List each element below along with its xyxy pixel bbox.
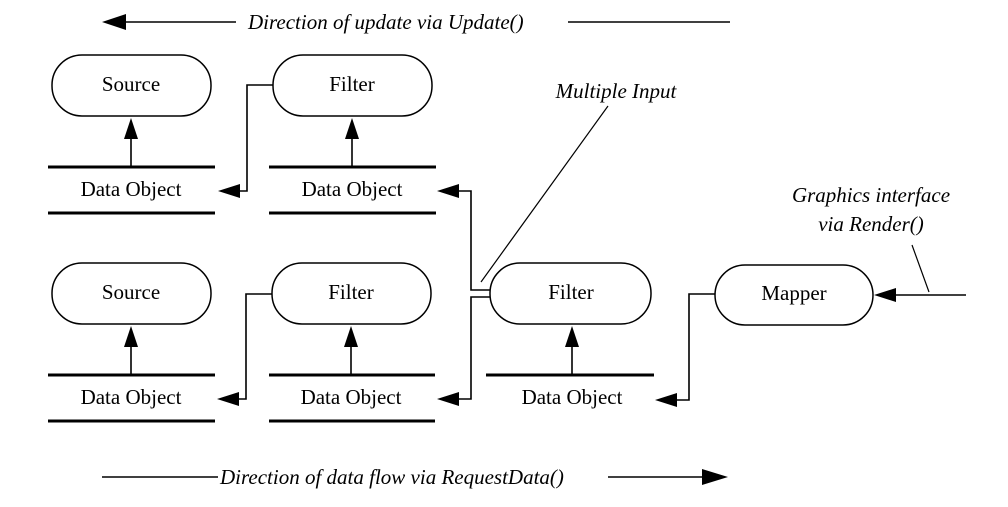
mapper-label: Mapper <box>761 281 826 305</box>
data-object-filter-top[interactable]: Data Object <box>269 165 436 215</box>
connector-mapper-to-filter-data <box>676 293 715 401</box>
arrow-right-icon <box>702 469 728 485</box>
dataflow-direction-arrow: Direction of data flow via RequestData() <box>102 465 728 489</box>
arrow-up-icon <box>344 326 358 347</box>
multiple-input-pointer <box>480 105 609 283</box>
mapper-process[interactable]: Mapper <box>714 264 874 326</box>
dataflow-direction-label: Direction of data flow via RequestData() <box>219 465 564 489</box>
data-object-source-bottom[interactable]: Data Object <box>48 373 215 423</box>
data-object-label: Data Object <box>302 177 403 201</box>
arrow-up-icon <box>565 326 579 347</box>
data-object-label: Data Object <box>522 385 623 409</box>
update-direction-arrow: Direction of update via Update() <box>102 10 730 34</box>
update-direction-label: Direction of update via Update() <box>247 10 524 34</box>
arrow-up-icon <box>124 118 138 139</box>
source-top-label: Source <box>102 72 160 96</box>
arrow-left-icon <box>874 288 896 302</box>
filter-process-multi-input[interactable]: Filter <box>489 262 652 325</box>
source-process-bottom[interactable]: Source <box>51 262 212 325</box>
data-object-label: Data Object <box>301 385 402 409</box>
arrow-left-icon <box>437 392 459 406</box>
connector-filter-top-to-source-data <box>238 84 273 192</box>
filter-process-top[interactable]: Filter <box>272 54 433 117</box>
arrow-left-icon <box>655 393 677 407</box>
data-object-source-top[interactable]: Data Object <box>48 165 215 215</box>
connector-multi-input-1 <box>458 190 490 291</box>
arrow-left-icon <box>217 392 239 406</box>
filter-process-bottom[interactable]: Filter <box>271 262 432 325</box>
arrow-left-icon <box>218 184 240 198</box>
graphics-interface-label-line2: via Render() <box>818 212 924 236</box>
data-object-filter-bottom[interactable]: Data Object <box>269 373 435 423</box>
graphics-interface-pointer <box>911 244 930 293</box>
filter-top-label: Filter <box>329 72 375 96</box>
source-process-top[interactable]: Source <box>51 54 212 117</box>
connector-multi-input-2 <box>458 296 490 400</box>
data-object-label: Data Object <box>81 385 182 409</box>
data-object-label: Data Object <box>81 177 182 201</box>
filter-multi-label: Filter <box>548 280 594 304</box>
arrow-left-icon <box>437 184 459 198</box>
filter-bottom-label: Filter <box>328 280 374 304</box>
multiple-input-label: Multiple Input <box>555 79 678 103</box>
arrow-up-icon <box>124 326 138 347</box>
data-object-filter-multi[interactable]: Data Object <box>486 373 654 409</box>
source-bottom-label: Source <box>102 280 160 304</box>
connector-filter-bottom-to-source-data <box>238 293 272 400</box>
arrow-left-icon <box>102 14 126 30</box>
arrow-up-icon <box>345 118 359 139</box>
pipeline-diagram: Direction of update via Update() Directi… <box>48 10 966 489</box>
graphics-interface-label-line1: Graphics interface <box>792 183 950 207</box>
